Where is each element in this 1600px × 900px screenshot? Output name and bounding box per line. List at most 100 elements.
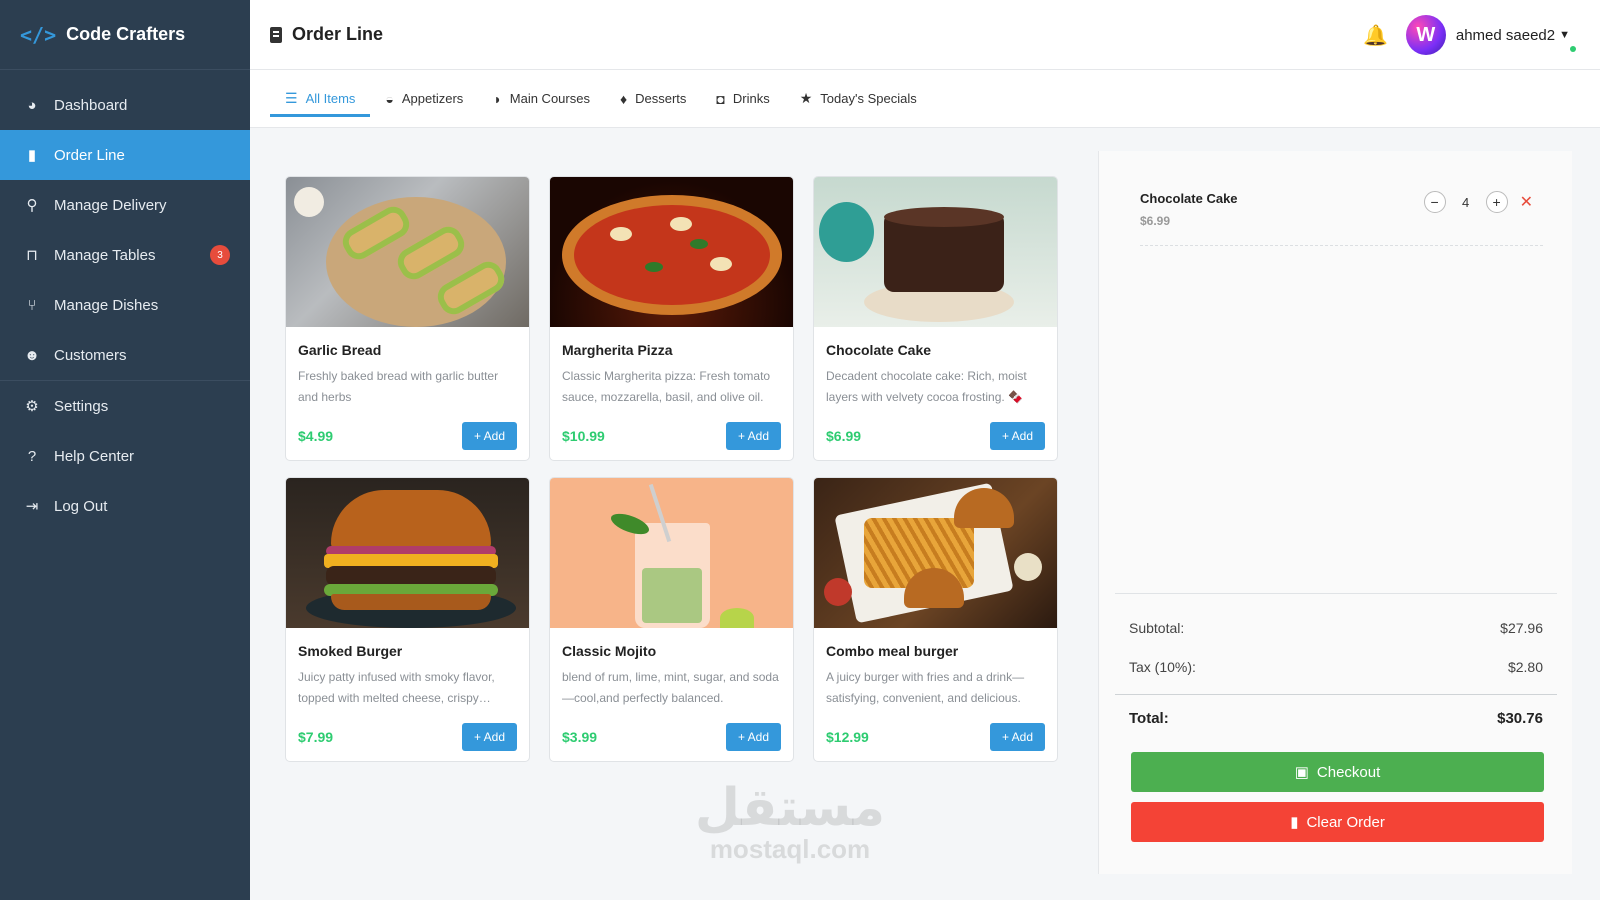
tax-value: $2.80	[1507, 658, 1543, 675]
sidebar-item-label: Manage Dishes	[54, 296, 159, 314]
menu-item-price: $10.99	[562, 428, 605, 444]
sidebar-item-dashboard[interactable]: ◕ Dashboard	[0, 80, 250, 130]
brand[interactable]: </> Code Crafters	[0, 0, 250, 70]
menu-card: Smoked Burger Juicy patty infused with s…	[285, 477, 530, 762]
clear-order-button[interactable]: ▮ Clear Order	[1131, 802, 1544, 842]
tab-all-items[interactable]: ☰ All Items	[270, 70, 371, 127]
tab-main-courses[interactable]: ◗ Main Courses	[478, 70, 605, 127]
watermark-arabic: مستقل	[694, 778, 886, 838]
menu-grid: Garlic Bread Freshly baked bread with ga…	[285, 176, 1060, 762]
cup-icon: ◘	[716, 90, 725, 107]
sidebar-item-log-out[interactable]: ⇥ Log Out	[0, 481, 250, 531]
subtotal-value: $27.96	[1500, 619, 1543, 636]
increase-quantity-button[interactable]: +	[1485, 191, 1508, 213]
classic-mojito-image	[550, 478, 793, 628]
notification-badge: 3	[210, 245, 230, 265]
total-row: Total: $30.76	[1115, 694, 1557, 742]
menu-card: Combo meal burger A juicy burger with fr…	[813, 477, 1058, 762]
sidebar-item-settings[interactable]: ⚙ Settings	[0, 381, 250, 431]
tab-appetizers[interactable]: ◒ Appetizers	[370, 70, 478, 127]
sidebar-item-customers[interactable]: ☻ Customers	[0, 330, 250, 380]
sidebar-item-label: Settings	[54, 397, 109, 415]
menu-item-description: Juicy patty infused with smoky flavor, t…	[298, 670, 495, 705]
tax-row: Tax (10%): $2.80	[1115, 647, 1557, 686]
sidebar-item-manage-dishes[interactable]: ⑂ Manage Dishes	[0, 280, 250, 330]
menu-card: Chocolate Cake Decadent chocolate cake: …	[813, 176, 1058, 461]
combo-meal-image	[814, 478, 1057, 628]
sidebar-item-manage-tables[interactable]: ⊓ Manage Tables 3	[0, 230, 250, 280]
sidebar-item-order-line[interactable]: ▮ Order Line	[0, 130, 250, 180]
checkout-button[interactable]: ▣ Checkout	[1131, 752, 1544, 792]
menu-item-name: Classic Mojito	[562, 643, 657, 659]
chevron-down-icon[interactable]: ▼	[1559, 29, 1570, 41]
tab-todays-specials[interactable]: ★ Today's Specials	[785, 70, 932, 127]
smoked-burger-image	[286, 478, 529, 628]
add-to-order-button[interactable]: + Add	[989, 723, 1045, 751]
decrease-quantity-button[interactable]: −	[1423, 191, 1446, 213]
sidebar-item-help-center[interactable]: ? Help Center	[0, 431, 250, 481]
trash-icon: ▮	[1290, 814, 1299, 831]
logout-icon: ⇥	[25, 498, 39, 515]
tab-label: Desserts	[635, 91, 687, 106]
bell-icon[interactable]: 🔔	[1363, 23, 1388, 48]
menu-item-name: Combo meal burger	[826, 643, 959, 659]
tab-desserts[interactable]: ♦ Desserts	[605, 70, 701, 127]
bookmark-icon: ▮	[27, 147, 37, 164]
cash-register-icon: ▣	[1294, 764, 1309, 781]
ice-cream-icon: ♦	[619, 90, 628, 107]
menu-card: Garlic Bread Freshly baked bread with ga…	[285, 176, 530, 461]
clear-order-label: Clear Order	[1306, 813, 1385, 831]
top-header: Order Line 🔔 W ahmed saeed2 ▼	[250, 0, 1600, 70]
remove-item-icon[interactable]: ✕	[1520, 192, 1533, 212]
list-icon: ☰	[285, 90, 298, 106]
menu-item-name: Chocolate Cake	[826, 342, 932, 358]
user-area: 🔔 W ahmed saeed2 ▼	[1363, 0, 1576, 70]
tab-label: Appetizers	[401, 91, 464, 106]
menu-card: Classic Mojito blend of rum, lime, mint,…	[549, 477, 794, 762]
motorcycle-icon: ⚲	[26, 197, 38, 214]
order-panel: Chocolate Cake $6.99 − 4 + ✕ Subtotal: $…	[1098, 151, 1572, 874]
bowl-icon: ◒	[385, 90, 394, 107]
add-to-order-button[interactable]: + Add	[725, 723, 781, 751]
sidebar-item-label: Manage Delivery	[54, 196, 167, 214]
chair-icon: ⊓	[26, 247, 38, 264]
avatar[interactable]: W	[1405, 15, 1446, 55]
sidebar-item-label: Manage Tables	[54, 246, 156, 264]
order-item-price: $6.99	[1140, 214, 1171, 228]
utensils-icon: ⑂	[27, 296, 37, 314]
tab-label: All Items	[305, 91, 356, 106]
code-icon: </>	[20, 22, 57, 47]
subtotal-label: Subtotal:	[1129, 619, 1185, 636]
menu-item-price: $3.99	[562, 729, 598, 745]
document-icon	[270, 26, 282, 43]
tax-label: Tax (10%):	[1129, 658, 1196, 675]
sidebar-item-label: Customers	[54, 346, 127, 364]
subtotal-row: Subtotal: $27.96	[1115, 608, 1557, 647]
checkout-label: Checkout	[1316, 763, 1381, 781]
sidebar-item-label: Help Center	[54, 447, 135, 465]
menu-item-description: blend of rum, lime, mint, sugar, and sod…	[562, 670, 779, 705]
sidebar-nav: ◕ Dashboard ▮ Order Line ⚲ Manage Delive…	[0, 70, 250, 531]
menu-item-price: $4.99	[298, 428, 334, 444]
username[interactable]: ahmed saeed2	[1456, 27, 1555, 44]
menu-item-price: $7.99	[298, 729, 334, 745]
tab-label: Main Courses	[509, 91, 590, 106]
add-to-order-button[interactable]: + Add	[461, 422, 517, 450]
add-to-order-button[interactable]: + Add	[461, 723, 517, 751]
tab-drinks[interactable]: ◘ Drinks	[701, 70, 784, 127]
quantity-value: 4	[1461, 194, 1470, 210]
add-to-order-button[interactable]: + Add	[725, 422, 781, 450]
dashboard-icon: ◕	[27, 96, 37, 114]
drumstick-icon: ◗	[493, 90, 502, 107]
add-to-order-button[interactable]: + Add	[989, 422, 1045, 450]
online-status-dot	[1570, 46, 1576, 52]
category-tabs: ☰ All Items ◒ Appetizers ◗ Main Courses …	[250, 70, 1600, 128]
watermark: مستقل mostaql.com	[690, 782, 890, 864]
quantity-stepper: − 4 + ✕	[1423, 191, 1533, 213]
chocolate-cake-image	[814, 177, 1057, 327]
total-label: Total:	[1129, 710, 1169, 727]
tab-label: Today's Specials	[820, 91, 917, 106]
sidebar-item-manage-delivery[interactable]: ⚲ Manage Delivery	[0, 180, 250, 230]
menu-card: Margherita Pizza Classic Margherita pizz…	[549, 176, 794, 461]
order-totals: Subtotal: $27.96 Tax (10%): $2.80 Total:…	[1115, 593, 1557, 742]
